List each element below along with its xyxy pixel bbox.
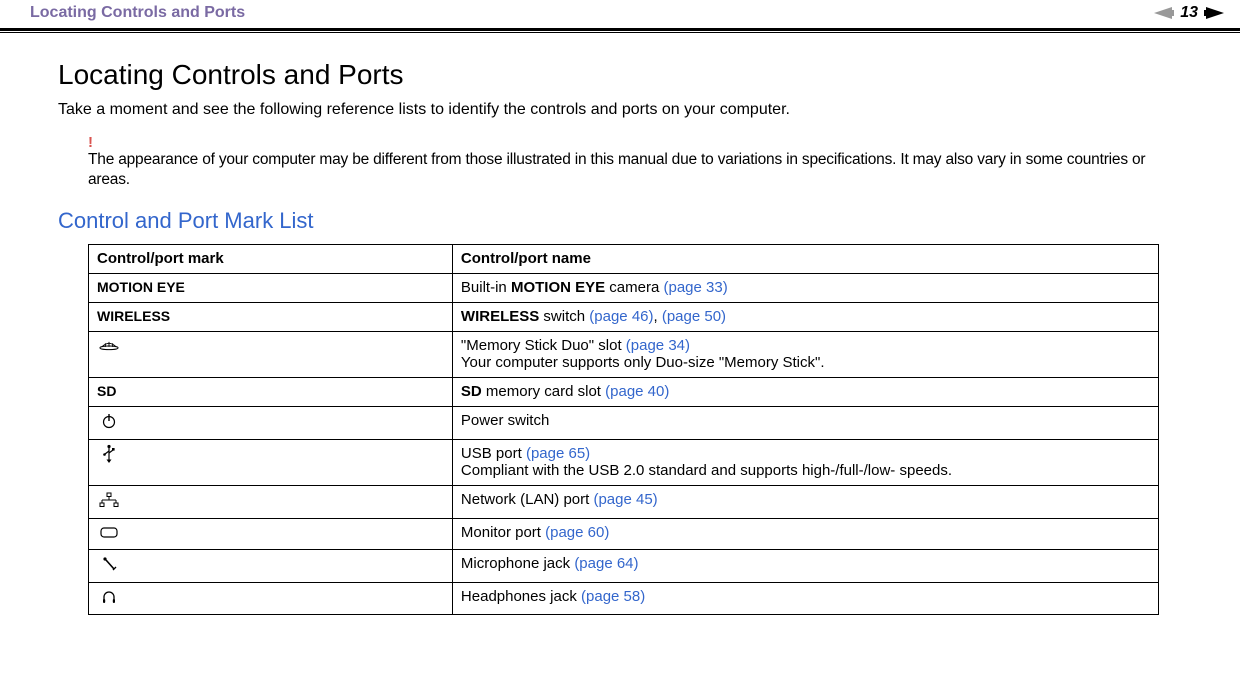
mark-cell: WIRELESS	[89, 302, 453, 331]
mark-text: WIRELESS	[97, 308, 170, 324]
name-line: Microphone jack (page 64)	[461, 555, 639, 572]
page-title: Locating Controls and Ports	[58, 59, 1174, 91]
name-prefix: "Memory Stick Duo" slot	[461, 337, 626, 354]
page-link[interactable]: (page 60)	[545, 524, 609, 541]
power-icon	[97, 412, 119, 430]
mark-cell	[89, 518, 453, 549]
page-link[interactable]: (page 40)	[605, 383, 669, 400]
header-nav: 13	[1154, 4, 1224, 22]
table-row: USB port (page 65)Compliant with the USB…	[89, 439, 1159, 485]
table-row: Microphone jack (page 64)	[89, 549, 1159, 582]
header-breadcrumb: Locating Controls and Ports	[30, 4, 245, 22]
name-bold: SD	[461, 383, 482, 400]
page-link[interactable]: (page 46)	[589, 308, 653, 325]
nav-next-icon[interactable]	[1204, 7, 1224, 19]
name-cell: WIRELESS switch (page 46), (page 50)	[452, 302, 1158, 331]
name-cell: "Memory Stick Duo" slot (page 34)Your co…	[452, 331, 1158, 377]
name-cell: Microphone jack (page 64)	[452, 549, 1158, 582]
monitor-icon	[97, 524, 119, 542]
name-prefix: USB port	[461, 445, 526, 462]
name-cell: Network (LAN) port (page 45)	[452, 485, 1158, 518]
name-line: Built-in MOTION EYE camera (page 33)	[461, 279, 728, 296]
name-prefix: Power switch	[461, 412, 549, 429]
name-line: Monitor port (page 60)	[461, 524, 609, 541]
page-link[interactable]: (page 33)	[664, 279, 728, 296]
name-extra: Your computer supports only Duo-size "Me…	[461, 354, 1150, 371]
intro-text: Take a moment and see the following refe…	[58, 99, 1174, 121]
table-row: Headphones jack (page 58)	[89, 582, 1159, 614]
mark-cell	[89, 406, 453, 439]
section-heading: Control and Port Mark List	[58, 208, 1174, 234]
name-cell: Headphones jack (page 58)	[452, 582, 1158, 614]
header-bar: Locating Controls and Ports 13	[0, 0, 1240, 28]
name-prefix: Network (LAN) port	[461, 491, 594, 508]
name-suffix: camera	[605, 279, 663, 296]
link-separator: ,	[654, 308, 662, 325]
name-extra: Compliant with the USB 2.0 standard and …	[461, 462, 1150, 479]
page-link[interactable]: (page 65)	[526, 445, 590, 462]
note-text: The appearance of your computer may be d…	[88, 150, 1174, 190]
nav-prev-icon[interactable]	[1154, 7, 1174, 19]
table-row: Power switch	[89, 406, 1159, 439]
name-cell: Built-in MOTION EYE camera (page 33)	[452, 273, 1158, 302]
table-row: "Memory Stick Duo" slot (page 34)Your co…	[89, 331, 1159, 377]
mark-cell	[89, 582, 453, 614]
page-content: Locating Controls and Ports Take a momen…	[0, 33, 1240, 615]
name-line: Headphones jack (page 58)	[461, 588, 645, 605]
page-link[interactable]: (page 45)	[593, 491, 657, 508]
mark-cell: SD	[89, 377, 453, 406]
name-line: WIRELESS switch (page 46), (page 50)	[461, 308, 726, 325]
mark-text: SD	[97, 383, 116, 399]
name-bold: WIRELESS	[461, 308, 539, 325]
mic-icon	[97, 555, 119, 573]
table-row: MOTION EYEBuilt-in MOTION EYE camera (pa…	[89, 273, 1159, 302]
name-line: Network (LAN) port (page 45)	[461, 491, 658, 508]
page-number: 13	[1178, 4, 1200, 22]
table-header-row: Control/port mark Control/port name	[89, 244, 1159, 273]
table-row: Monitor port (page 60)	[89, 518, 1159, 549]
table-row: Network (LAN) port (page 45)	[89, 485, 1159, 518]
bang-icon: !	[88, 135, 1174, 150]
port-mark-table: Control/port mark Control/port name MOTI…	[88, 244, 1159, 615]
headphones-icon	[97, 588, 119, 606]
name-cell: Power switch	[452, 406, 1158, 439]
table-row: SDSD memory card slot (page 40)	[89, 377, 1159, 406]
table-row: WIRELESSWIRELESS switch (page 46), (page…	[89, 302, 1159, 331]
name-line: USB port (page 65)	[461, 445, 590, 462]
mark-cell	[89, 439, 453, 485]
mark-cell: MOTION EYE	[89, 273, 453, 302]
mark-cell	[89, 549, 453, 582]
name-suffix: switch	[539, 308, 589, 325]
name-cell: Monitor port (page 60)	[452, 518, 1158, 549]
memory-stick-icon	[97, 337, 119, 355]
th-name: Control/port name	[452, 244, 1158, 273]
name-prefix: Microphone jack	[461, 555, 574, 572]
name-prefix: Built-in	[461, 279, 511, 296]
name-bold: MOTION EYE	[511, 279, 605, 296]
page-link[interactable]: (page 64)	[574, 555, 638, 572]
lan-icon	[97, 491, 119, 509]
page-link[interactable]: (page 50)	[662, 308, 726, 325]
page-link[interactable]: (page 34)	[626, 337, 690, 354]
mark-cell	[89, 331, 453, 377]
name-line: "Memory Stick Duo" slot (page 34)	[461, 337, 690, 354]
name-line: SD memory card slot (page 40)	[461, 383, 669, 400]
page-link[interactable]: (page 58)	[581, 588, 645, 605]
name-prefix: Headphones jack	[461, 588, 581, 605]
usb-icon	[97, 445, 119, 463]
name-prefix: Monitor port	[461, 524, 545, 541]
name-cell: SD memory card slot (page 40)	[452, 377, 1158, 406]
th-mark: Control/port mark	[89, 244, 453, 273]
name-cell: USB port (page 65)Compliant with the USB…	[452, 439, 1158, 485]
mark-cell	[89, 485, 453, 518]
name-line: Power switch	[461, 412, 549, 429]
name-suffix: memory card slot	[482, 383, 605, 400]
divider-thick	[0, 28, 1240, 31]
caution-note: ! The appearance of your computer may be…	[88, 135, 1174, 190]
mark-text: MOTION EYE	[97, 279, 185, 295]
